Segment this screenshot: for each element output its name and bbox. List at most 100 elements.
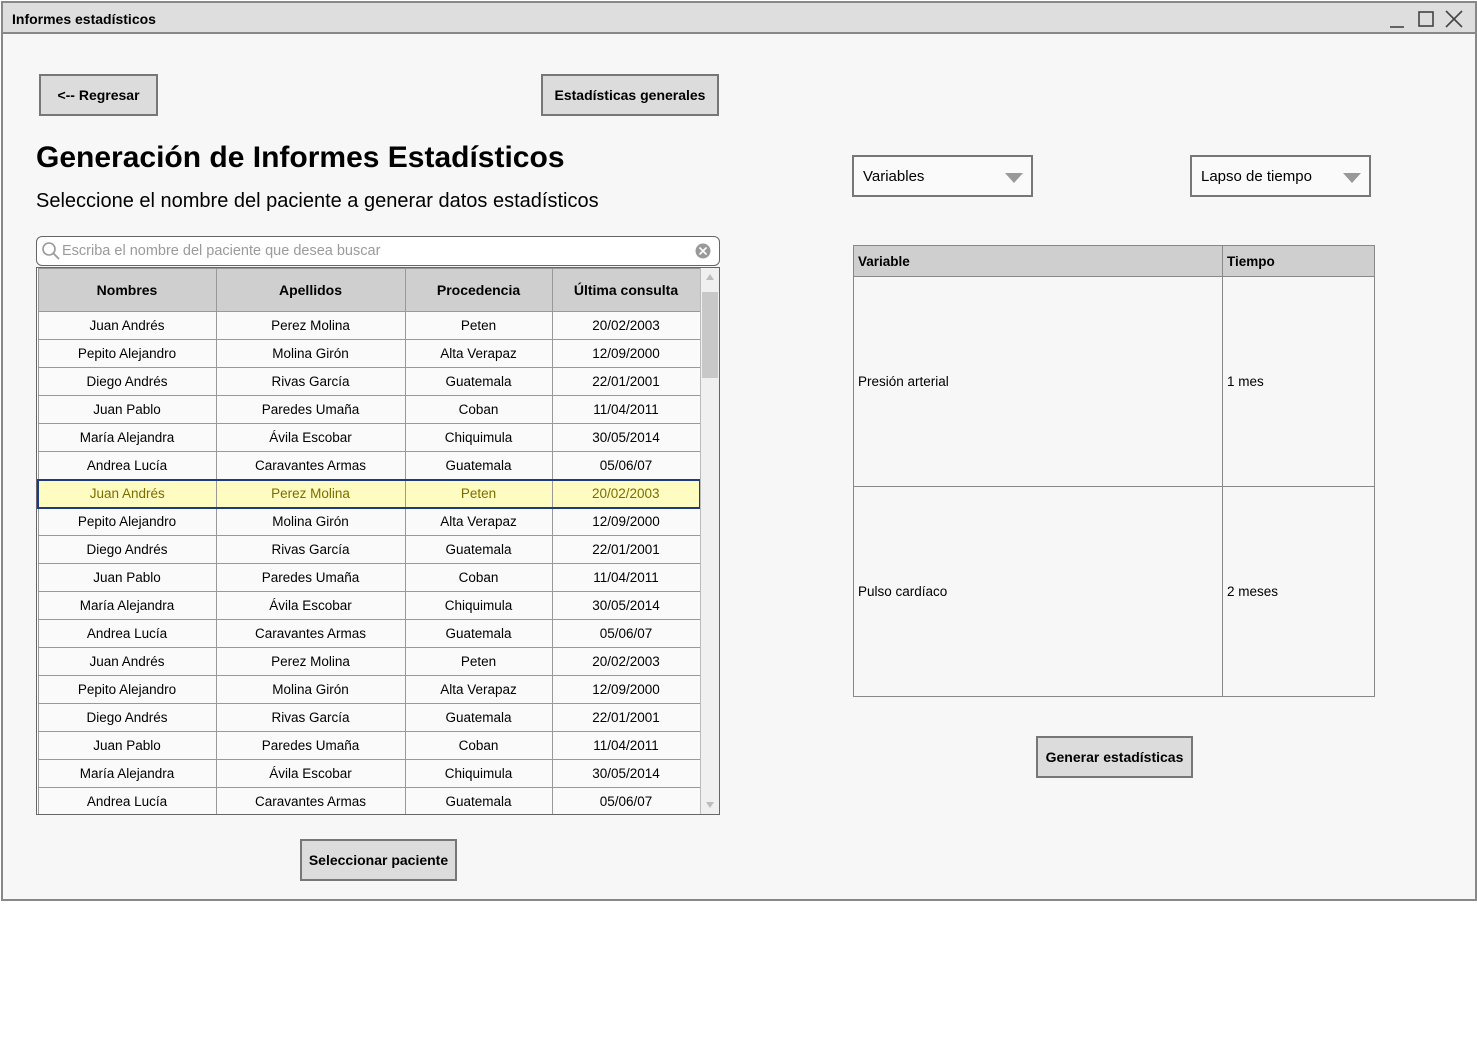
column-header-ultima-consulta[interactable]: Última consulta	[551, 268, 701, 312]
table-row[interactable]: Pepito Alejandro Molina Girón Alta Verapaz…	[37, 339, 701, 368]
column-header-procedencia[interactable]: Procedencia	[404, 268, 553, 312]
ultima-consulta-cell: 30/05/2014	[551, 591, 701, 620]
apellidos-cell: Paredes Umaña	[215, 395, 406, 424]
nombres-cell: Andrea Lucía	[37, 787, 217, 814]
maximize-icon[interactable]	[1414, 7, 1438, 31]
search-icon	[41, 241, 61, 261]
patient-search-box	[36, 236, 720, 266]
nombres-cell: Juan Pablo	[37, 731, 217, 760]
ultima-consulta-cell: 20/02/2003	[551, 311, 701, 340]
apellidos-cell: Molina Girón	[215, 675, 406, 704]
table-row[interactable]: Andrea Lucía Caravantes Armas Guatemala 05/…	[37, 787, 701, 814]
patients-table-scrollbar[interactable]	[700, 268, 719, 814]
apellidos-cell: Ávila Escobar	[215, 423, 406, 452]
table-row[interactable]: Andrea Lucía Caravantes Armas Guatemala 05/…	[37, 451, 701, 480]
procedencia-cell: Guatemala	[404, 703, 553, 732]
variables-table-header: Variable Tiempo	[853, 245, 1375, 277]
apellidos-cell: Molina Girón	[215, 507, 406, 536]
column-header-nombres[interactable]: Nombres	[37, 268, 217, 312]
time-span-dropdown-value: Lapso de tiempo	[1201, 168, 1312, 185]
nombres-cell: María Alejandra	[37, 591, 217, 620]
page-title: Generación de Informes Estadísticos	[36, 141, 565, 174]
nombres-cell: Diego Andrés	[37, 535, 217, 564]
apellidos-cell: Rivas García	[215, 535, 406, 564]
ultima-consulta-cell: 20/02/2003	[551, 478, 701, 509]
table-row[interactable]: Pepito Alejandro Molina Girón Alta Verapaz…	[37, 507, 701, 536]
nombres-cell: Diego Andrés	[37, 367, 217, 396]
scroll-up-icon[interactable]	[705, 273, 715, 281]
apellidos-cell: Rivas García	[215, 703, 406, 732]
close-icon[interactable]	[1442, 7, 1466, 31]
table-row[interactable]: Juan Andrés Perez Molina Peten 20/02/2003	[37, 311, 701, 340]
procedencia-cell: Coban	[404, 731, 553, 760]
nombres-cell: Pepito Alejandro	[37, 675, 217, 704]
table-row[interactable]: Presión arterial 1 mes	[853, 276, 1375, 487]
apellidos-cell: Perez Molina	[215, 647, 406, 676]
nombres-cell: María Alejandra	[37, 759, 217, 788]
ultima-consulta-cell: 22/01/2001	[551, 703, 701, 732]
patients-table-header: Nombres Apellidos Procedencia Última con…	[37, 268, 701, 312]
table-row[interactable]: Juan Pablo Paredes Umaña Coban 11/04/2011	[37, 731, 701, 760]
ultima-consulta-cell: 30/05/2014	[551, 423, 701, 452]
table-row[interactable]: Andrea Lucía Caravantes Armas Guatemala 05/…	[37, 619, 701, 648]
table-row[interactable]: Juan Pablo Paredes Umaña Coban 11/04/2011	[37, 395, 701, 424]
nombres-cell: María Alejandra	[37, 423, 217, 452]
variable-cell: Presión arterial	[853, 276, 1223, 487]
table-row[interactable]: Diego Andrés Rivas García Guatemala 22/01/2…	[37, 367, 701, 396]
apellidos-cell: Rivas García	[215, 367, 406, 396]
ultima-consulta-cell: 12/09/2000	[551, 339, 701, 368]
nombres-cell: Juan Andrés	[37, 311, 217, 340]
apellidos-cell: Ávila Escobar	[215, 591, 406, 620]
table-row[interactable]: María Alejandra Ávila Escobar Chiquimula 30…	[37, 759, 701, 788]
tiempo-cell: 1 mes	[1222, 276, 1375, 487]
procedencia-cell: Chiquimula	[404, 591, 553, 620]
minimize-icon[interactable]	[1385, 7, 1409, 31]
column-header-apellidos[interactable]: Apellidos	[215, 268, 406, 312]
procedencia-cell: Peten	[404, 647, 553, 676]
procedencia-cell: Guatemala	[404, 367, 553, 396]
variable-cell: Pulso cardíaco	[853, 486, 1223, 697]
chevron-down-icon	[1343, 173, 1361, 183]
generate-statistics-button[interactable]: Generar estadísticas	[1036, 736, 1193, 778]
variables-dropdown-value: Variables	[863, 168, 925, 185]
window-title: Informes estadísticos	[12, 11, 156, 27]
nombres-cell: Andrea Lucía	[37, 451, 217, 480]
table-row[interactable]: Juan Pablo Paredes Umaña Coban 11/04/2011	[37, 563, 701, 592]
table-row[interactable]: María Alejandra Ávila Escobar Chiquimula 30…	[37, 423, 701, 452]
procedencia-cell: Peten	[404, 311, 553, 340]
general-statistics-button[interactable]: Estadísticas generales	[541, 74, 719, 116]
select-patient-button[interactable]: Seleccionar paciente	[300, 839, 457, 881]
patient-search-input[interactable]	[62, 240, 682, 262]
table-row[interactable]: Juan Andrés Perez Molina Peten 20/02/2003	[37, 647, 701, 676]
table-row[interactable]: Juan Andrés Perez Molina Peten 20/02/2003	[37, 478, 701, 509]
back-button[interactable]: <-- Regresar	[39, 74, 158, 116]
ultima-consulta-cell: 12/09/2000	[551, 507, 701, 536]
procedencia-cell: Coban	[404, 395, 553, 424]
table-row[interactable]: Diego Andrés Rivas García Guatemala 22/01/2…	[37, 535, 701, 564]
table-row[interactable]: Pulso cardíaco 2 meses	[853, 486, 1375, 697]
procedencia-cell: Guatemala	[404, 619, 553, 648]
table-row[interactable]: Diego Andrés Rivas García Guatemala 22/01/2…	[37, 703, 701, 732]
variables-dropdown[interactable]: Variables	[852, 155, 1033, 197]
ultima-consulta-cell: 11/04/2011	[551, 563, 701, 592]
ultima-consulta-cell: 05/06/07	[551, 451, 701, 480]
time-span-dropdown[interactable]: Lapso de tiempo	[1190, 155, 1371, 197]
table-row[interactable]: Pepito Alejandro Molina Girón Alta Verapaz…	[37, 675, 701, 704]
ultima-consulta-cell: 30/05/2014	[551, 759, 701, 788]
scroll-down-icon[interactable]	[705, 801, 715, 809]
procedencia-cell: Peten	[404, 478, 553, 509]
table-row[interactable]: María Alejandra Ávila Escobar Chiquimula 30…	[37, 591, 701, 620]
ultima-consulta-cell: 12/09/2000	[551, 675, 701, 704]
procedencia-cell: Guatemala	[404, 535, 553, 564]
page-subtitle: Seleccione el nombre del paciente a gene…	[36, 190, 599, 212]
scrollbar-thumb[interactable]	[702, 292, 718, 378]
apellidos-cell: Perez Molina	[215, 311, 406, 340]
ultima-consulta-cell: 05/06/07	[551, 787, 701, 814]
column-header-variable: Variable	[853, 245, 1223, 277]
clear-icon[interactable]	[694, 242, 712, 260]
patients-table-container: Nombres Apellidos Procedencia Última con…	[36, 267, 720, 815]
ultima-consulta-cell: 11/04/2011	[551, 395, 701, 424]
ultima-consulta-cell: 20/02/2003	[551, 647, 701, 676]
procedencia-cell: Guatemala	[404, 787, 553, 814]
variables-table: Variable Tiempo Presión arterial 1 mes Pul…	[853, 245, 1375, 697]
